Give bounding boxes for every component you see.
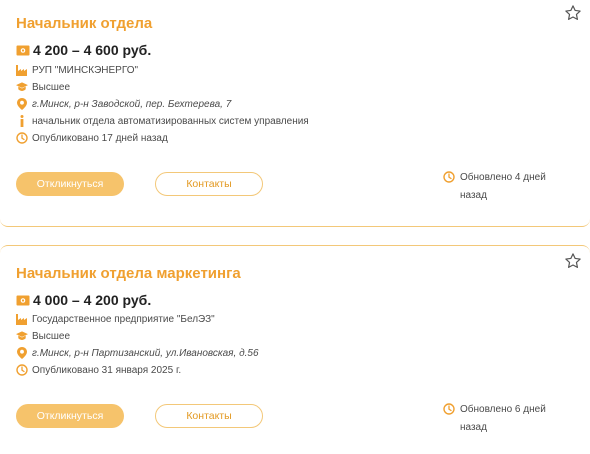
location-pin-icon [16,347,28,359]
address-text: г.Минск, р-н Партизанский, ул.Ивановская… [32,347,259,359]
company-name[interactable]: РУП "МИНСКЭНЕРГО" [32,65,138,76]
vacancy-card: Начальник отдела маркетинга 4 000 – 4 20… [0,245,590,454]
factory-icon [16,313,28,325]
clock-icon [16,132,28,144]
updated-info: Обновлено 4 дней назад [443,169,560,205]
company-row: РУП "МИНСКЭНЕРГО" [16,62,138,78]
salary-value: 4 200 – 4 600 руб. [33,42,152,58]
updated-line-2: назад [460,422,487,433]
vacancy-card: Начальник отдела 4 200 – 4 600 руб. РУП … [0,0,590,227]
updated-text: Обновлено 4 дней назад [460,169,560,205]
description-row: начальник отдела автоматизированных сист… [16,113,309,129]
vacancy-title[interactable]: Начальник отдела маркетинга [16,265,241,282]
apply-button[interactable]: Откликнуться [16,172,124,196]
money-icon [16,295,30,305]
address-row: г.Минск, р-н Заводской, пер. Бехтерева, … [16,96,231,112]
updated-info: Обновлено 6 дней назад [443,401,560,437]
updated-line-1: Обновлено 6 дней [460,404,546,415]
education-row: Высшее [16,79,70,95]
clock-icon [443,403,455,415]
graduation-cap-icon [16,330,28,342]
clock-icon [443,171,455,183]
company-row: Государственное предприятие "БелЭЗ" [16,311,215,327]
apply-button[interactable]: Откликнуться [16,404,124,428]
money-icon [16,45,30,55]
contacts-button[interactable]: Контакты [155,172,263,196]
education-level: Высшее [32,330,71,342]
graduation-cap-icon [16,81,28,93]
contacts-button[interactable]: Контакты [155,404,263,428]
clock-icon [16,364,28,376]
published-date: Опубликовано 31 января 2025 г. [32,364,182,376]
education-level: Высшее [32,81,71,93]
updated-line-1: Обновлено 4 дней [460,172,546,183]
description-text: начальник отдела автоматизированных сист… [32,115,309,127]
favorite-star-icon[interactable] [564,252,582,270]
info-icon [16,115,28,127]
address-text: г.Минск, р-н Заводской, пер. Бехтерева, … [32,98,232,110]
location-pin-icon [16,98,28,110]
salary-value: 4 000 – 4 200 руб. [33,292,152,308]
published-date: Опубликовано 17 дней назад [32,132,168,144]
factory-icon [16,64,28,76]
education-row: Высшее [16,328,70,344]
salary-row: 4 200 – 4 600 руб. [16,41,151,59]
salary-row: 4 000 – 4 200 руб. [16,291,151,309]
updated-text: Обновлено 6 дней назад [460,401,560,437]
published-row: Опубликовано 17 дней назад [16,130,168,146]
published-row: Опубликовано 31 января 2025 г. [16,362,181,378]
favorite-star-icon[interactable] [564,4,582,22]
address-row: г.Минск, р-н Партизанский, ул.Ивановская… [16,345,259,361]
updated-line-2: назад [460,190,487,201]
vacancy-title[interactable]: Начальник отдела [16,15,152,32]
company-name[interactable]: Государственное предприятие "БелЭЗ" [32,314,215,325]
